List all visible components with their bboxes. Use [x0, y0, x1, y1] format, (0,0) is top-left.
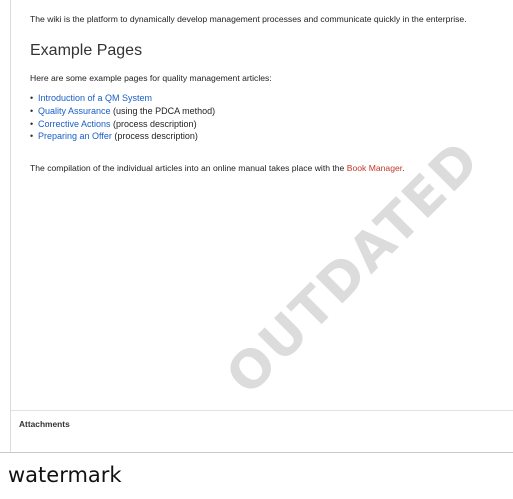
attachments-heading: Attachments	[19, 419, 70, 429]
section-heading: Example Pages	[30, 42, 143, 59]
list-item: • Preparing an Offer (process description…	[30, 130, 215, 143]
outro-suffix: .	[402, 163, 405, 173]
section-subtext: Here are some example pages for quality …	[30, 73, 272, 83]
outro-text: The compilation of the individual articl…	[30, 163, 405, 173]
list-item-suffix: (process description)	[110, 118, 197, 129]
link-introduction-qm-system[interactable]: Introduction of a QM System	[38, 93, 152, 103]
list-item-suffix: (process description)	[111, 131, 198, 142]
list-item: • Corrective Actions (process description…	[30, 118, 215, 131]
outro-prefix: The compilation of the individual articl…	[30, 163, 347, 173]
caption-text: watermark	[8, 463, 122, 487]
list-item: • Quality Assurance (using the PDCA metho…	[30, 105, 215, 118]
link-preparing-an-offer[interactable]: Preparing an Offer	[38, 131, 112, 141]
attachments-divider	[11, 410, 513, 411]
caption-divider	[0, 452, 513, 453]
bullet-icon: •	[30, 93, 34, 103]
link-quality-assurance[interactable]: Quality Assurance	[38, 106, 111, 116]
link-corrective-actions[interactable]: Corrective Actions	[38, 119, 111, 129]
example-pages-list: • Introduction of a QM System • Quality As…	[30, 92, 215, 143]
list-item-suffix: (using the PDCA method)	[110, 105, 216, 116]
bullet-icon: •	[30, 118, 34, 129]
intro-text: The wiki is the platform to dynamically …	[30, 14, 467, 24]
bullet-icon: •	[30, 131, 34, 142]
bullet-icon: •	[30, 105, 34, 116]
list-item: • Introduction of a QM System	[30, 92, 215, 105]
book-manager-link[interactable]: Book Manager	[347, 163, 402, 173]
